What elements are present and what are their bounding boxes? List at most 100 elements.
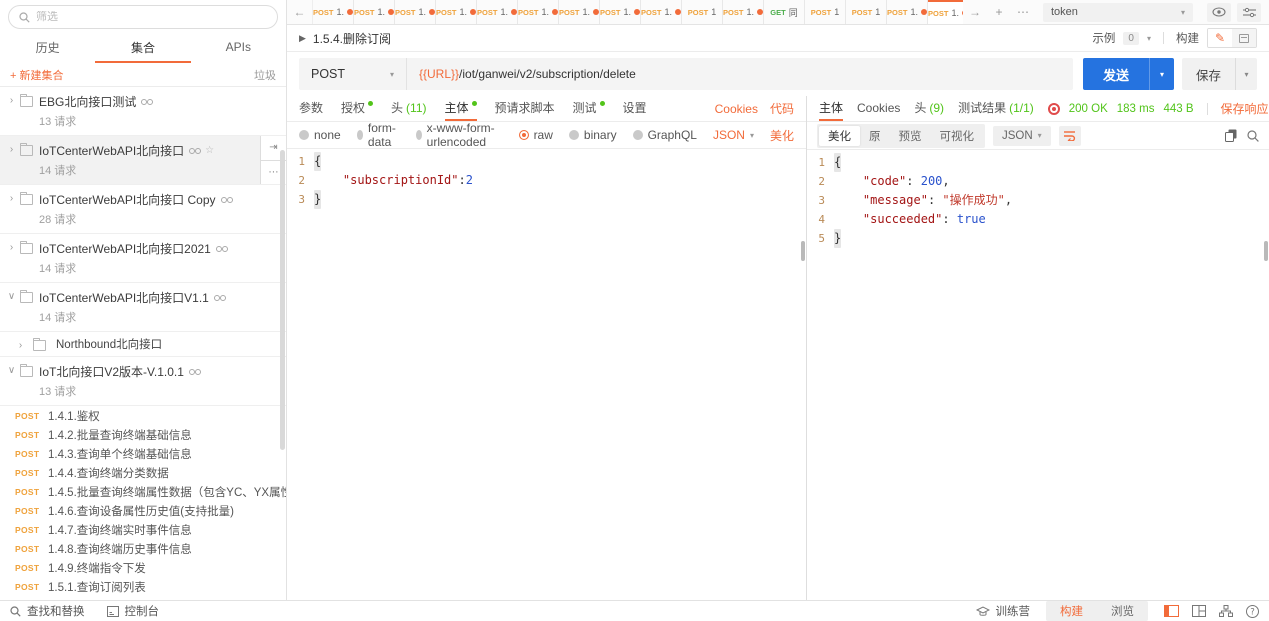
request-body-editor[interactable]: 1{2 "subscriptionId":2 3} — [287, 149, 806, 600]
request-tab[interactable]: POST 1 — [682, 0, 723, 24]
response-tab-Cookies[interactable]: Cookies — [857, 96, 900, 121]
search-icon[interactable] — [1247, 129, 1259, 142]
console-button[interactable]: 控制台 — [106, 603, 159, 619]
example-mode-button[interactable] — [1232, 29, 1256, 47]
sidebar-request[interactable]: POST 1.4.7.查询终端实时事件信息 — [0, 520, 286, 539]
search-input[interactable] — [36, 11, 267, 23]
sidebar-request[interactable]: POST 1.5.1.查询订阅列表 — [0, 577, 286, 596]
request-tab[interactable]: POST 1. — [723, 0, 764, 24]
request-tab[interactable]: POST 1. — [559, 0, 600, 24]
request-tab[interactable]: POST 1. — [928, 0, 963, 24]
code-link[interactable]: 代码 — [770, 100, 794, 117]
request-tab[interactable]: POST 1. — [641, 0, 682, 24]
sidebar-scrollbar[interactable] — [280, 150, 285, 450]
request-editor-scrollbar[interactable] — [801, 241, 805, 261]
sidebar-collection[interactable]: › IoTCenterWebAPI北向接口 ☆ 14 请求 ⇥ ⋯ — [0, 136, 286, 185]
sidebar-request[interactable]: POST 1.4.9.终端指令下发 — [0, 558, 286, 577]
send-options-button[interactable]: ▾ — [1148, 58, 1174, 90]
request-tab[interactable]: POST 1. — [395, 0, 436, 24]
request-tab[interactable]: POST 1. — [518, 0, 559, 24]
browse-mode-tab[interactable]: 浏览 — [1097, 601, 1148, 621]
request-tab-测试[interactable]: 测试 — [573, 96, 605, 121]
build-mode-label[interactable]: 构建 — [1176, 30, 1199, 46]
sidebar-search[interactable] — [8, 5, 278, 29]
sidebar-request[interactable]: POST 1.4.3.查询单个终端基础信息 — [0, 444, 286, 463]
sidebar-request[interactable]: POST 1.4.5.批量查询终端属性数据（包含YC、YX属性实时值） — [0, 482, 286, 501]
request-tab[interactable]: POST 1. — [600, 0, 641, 24]
request-tab[interactable]: POST 1. — [313, 0, 354, 24]
request-tab-授权[interactable]: 授权 — [341, 96, 374, 121]
format-tab-可视化[interactable]: 可视化 — [931, 126, 984, 146]
sidebar-request[interactable]: POST 1.4.1.鉴权 — [0, 406, 286, 425]
request-tab[interactable]: POST 1. — [436, 0, 477, 24]
save-button[interactable]: 保存 — [1181, 58, 1235, 90]
response-tab-主体[interactable]: 主体 — [819, 96, 844, 121]
body-type-GraphQL[interactable]: GraphQL — [632, 128, 697, 142]
sidebar-collection[interactable]: ∨ IoT北向接口V2版本-V.1.0.1 13 请求 — [0, 357, 286, 406]
help-button[interactable]: ? — [1246, 604, 1259, 618]
save-options-button[interactable]: ▾ — [1235, 58, 1257, 90]
response-format-select[interactable]: JSON ▾ — [993, 125, 1051, 146]
find-replace-button[interactable]: 查找和替换 — [10, 603, 85, 619]
sidebar-tab-历史[interactable]: 历史 — [0, 33, 95, 63]
edit-mode-button[interactable]: ✎ — [1208, 29, 1232, 47]
raw-format-select[interactable]: JSON ▾ — [713, 128, 754, 142]
beautify-link[interactable]: 美化 — [770, 127, 794, 144]
chevron-right-icon[interactable]: › — [5, 93, 18, 129]
request-tab-参数[interactable]: 参数 — [299, 96, 323, 121]
sidebar-collection[interactable]: › IoTCenterWebAPI北向接口2021 14 请求 — [0, 234, 286, 283]
request-tab-主体[interactable]: 主体 — [444, 96, 477, 121]
tab-menu-button[interactable]: ⋯ — [1011, 5, 1035, 19]
split-layout-button[interactable] — [1192, 605, 1206, 617]
examples-caret-icon[interactable]: ▾ — [1147, 34, 1151, 43]
chevron-right-icon[interactable]: › — [5, 191, 18, 227]
cookies-link[interactable]: Cookies — [715, 102, 758, 116]
sidebar-collection[interactable]: › EBG北向接口测试 13 请求 — [0, 87, 286, 136]
response-tab-测试结果[interactable]: 测试结果 (1/1) — [958, 96, 1034, 121]
request-tab-设置[interactable]: 设置 — [623, 96, 647, 121]
chevron-right-icon[interactable]: › — [5, 142, 18, 178]
request-tab[interactable]: POST 1 — [846, 0, 887, 24]
chevron-down-icon[interactable]: ∨ — [5, 363, 18, 399]
request-tab[interactable]: POST 1. — [354, 0, 395, 24]
method-select[interactable]: POST ▾ — [299, 58, 407, 90]
new-tab-button[interactable]: + — [987, 5, 1011, 19]
star-icon[interactable]: ☆ — [205, 145, 214, 156]
copy-icon[interactable] — [1225, 129, 1237, 142]
request-tab-预请求脚本[interactable]: 预请求脚本 — [495, 96, 555, 121]
body-type-none[interactable]: none — [299, 128, 341, 142]
sidebar-tab-集合[interactable]: 集合 — [95, 33, 191, 63]
training-camp-button[interactable]: 训练营 — [975, 603, 1030, 619]
save-response-button[interactable]: 保存响应 — [1221, 100, 1269, 117]
format-tab-预览[interactable]: 预览 — [890, 126, 931, 146]
chevron-right-icon[interactable]: › — [5, 240, 18, 276]
request-tab[interactable]: POST 1. — [477, 0, 518, 24]
send-button[interactable]: 发送 — [1082, 58, 1149, 90]
sidebar-request[interactable]: POST 1.4.6.查询设备属性历史值(支持批量) — [0, 501, 286, 520]
trash-button[interactable]: 垃圾 — [254, 67, 276, 83]
flow-button[interactable] — [1219, 605, 1233, 617]
request-tab[interactable]: GET 同 — [764, 0, 805, 24]
format-tab-美化[interactable]: 美化 — [819, 125, 860, 146]
request-tab[interactable]: POST 1 — [805, 0, 846, 24]
body-type-form-data[interactable]: form-data — [356, 121, 400, 149]
new-collection-button[interactable]: + 新建集合 — [10, 67, 63, 83]
request-tab[interactable]: POST 1. — [887, 0, 928, 24]
chevron-down-icon[interactable]: ∨ — [5, 289, 18, 325]
request-tab-头[interactable]: 头 (11) — [391, 96, 426, 121]
url-input[interactable]: {{URL}}/iot/ganwei/v2/subscription/delet… — [407, 58, 1073, 90]
sidebar-layout-button[interactable] — [1164, 605, 1179, 617]
body-type-binary[interactable]: binary — [568, 128, 617, 142]
sidebar-tab-APIs[interactable]: APIs — [191, 33, 286, 63]
sidebar-subfolder[interactable]: › Northbound北向接口 — [0, 332, 286, 357]
body-type-raw[interactable]: raw — [518, 128, 553, 142]
body-type-x-www-form-urlencoded[interactable]: x-www-form-urlencoded — [415, 121, 503, 149]
sidebar-request[interactable]: POST 1.4.2.批量查询终端基础信息 — [0, 425, 286, 444]
environment-settings-button[interactable] — [1237, 2, 1261, 22]
tabs-back-button[interactable]: ← — [287, 0, 313, 24]
format-tab-原[interactable]: 原 — [860, 126, 890, 146]
sidebar-request[interactable]: POST1.5.2.创建订阅 — [0, 596, 286, 600]
wrap-lines-button[interactable] — [1058, 125, 1081, 146]
environment-select[interactable]: token ▾ — [1043, 2, 1193, 22]
sidebar-collection[interactable]: ∨ IoTCenterWebAPI北向接口V1.1 14 请求 — [0, 283, 286, 332]
